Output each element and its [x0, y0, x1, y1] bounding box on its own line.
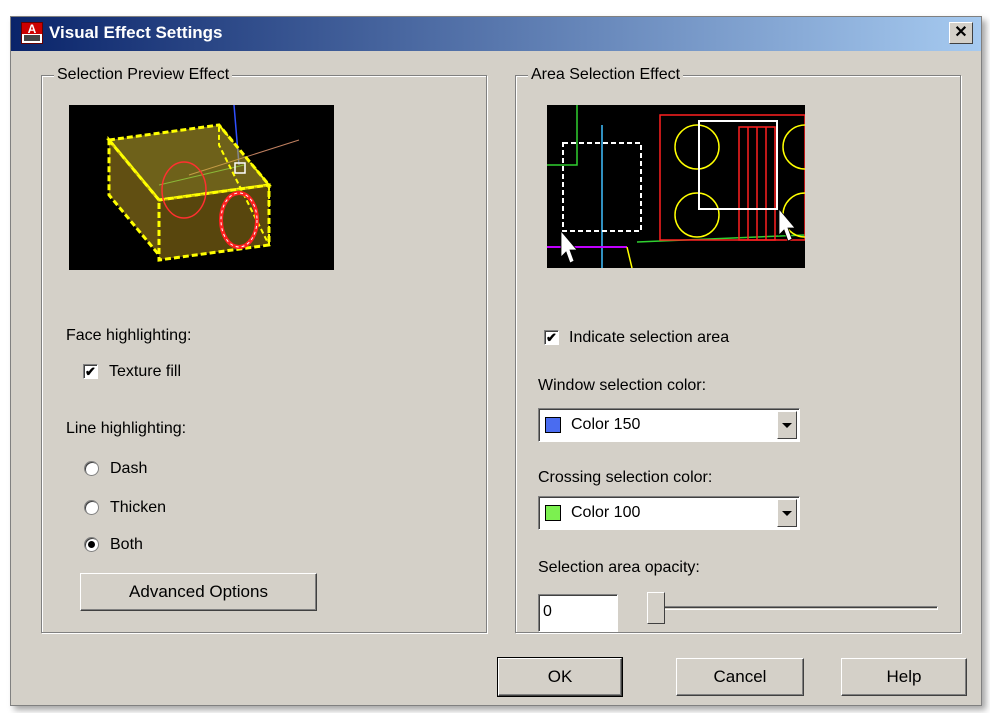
area-selection-group-label: Area Selection Effect	[528, 65, 684, 85]
crossing-color-swatch	[545, 505, 561, 521]
selection-preview-image	[69, 105, 334, 270]
texture-fill-checkbox[interactable]: ✔	[83, 364, 98, 379]
dash-radio[interactable]	[84, 461, 99, 476]
app-icon-base	[24, 35, 40, 41]
crossing-selection-color-dropdown[interactable]: Color 100	[538, 496, 800, 530]
advanced-options-button[interactable]: Advanced Options	[80, 573, 317, 611]
thicken-radio-label: Thicken	[110, 499, 167, 516]
ok-button[interactable]: OK	[497, 657, 623, 697]
close-button[interactable]: ✕	[949, 22, 973, 44]
title-bar[interactable]: A Visual Effect Settings ✕	[11, 17, 981, 51]
autocad-app-icon: A	[21, 22, 43, 44]
texture-fill-label: Texture fill	[109, 363, 182, 380]
window-selection-color-label: Window selection color:	[538, 377, 707, 394]
indicate-selection-area-checkbox[interactable]: ✔	[544, 330, 559, 345]
selection-preview-effect-group: Selection Preview Effect Face highlighti…	[41, 65, 487, 633]
window-color-dropdown-arrow[interactable]	[777, 411, 797, 439]
selection-preview-group-label: Selection Preview Effect	[54, 65, 233, 85]
crossing-color-value: Color 100	[571, 504, 641, 521]
radio-selected-dot	[88, 541, 95, 548]
face-highlighting-label: Face highlighting:	[66, 327, 192, 344]
line-highlighting-label: Line highlighting:	[66, 420, 187, 437]
window-color-swatch	[545, 417, 561, 433]
crossing-color-dropdown-arrow[interactable]	[777, 499, 797, 527]
area-selection-effect-group: Area Selection Effect ✔ Indicate selecti…	[515, 65, 961, 633]
area-selection-preview-image	[547, 105, 805, 268]
opacity-slider-thumb[interactable]	[647, 592, 665, 624]
window-selection-color-dropdown[interactable]: Color 150	[538, 408, 800, 442]
chevron-down-icon	[782, 511, 792, 516]
close-icon: ✕	[954, 24, 968, 41]
app-icon-letter: A	[22, 23, 42, 35]
check-icon: ✔	[85, 364, 96, 379]
selection-area-opacity-label: Selection area opacity:	[538, 559, 700, 576]
thicken-radio[interactable]	[84, 500, 99, 515]
opacity-value-input[interactable]: 0	[538, 594, 618, 632]
indicate-selection-area-label: Indicate selection area	[569, 329, 730, 346]
both-radio-label: Both	[110, 536, 143, 553]
chevron-down-icon	[782, 423, 792, 428]
cancel-button[interactable]: Cancel	[676, 658, 804, 696]
dash-radio-label: Dash	[110, 460, 148, 477]
crossing-selection-color-label: Crossing selection color:	[538, 469, 713, 486]
help-button[interactable]: Help	[841, 658, 967, 696]
check-icon: ✔	[546, 330, 557, 345]
both-radio[interactable]	[84, 537, 99, 552]
window-color-value: Color 150	[571, 416, 641, 433]
visual-effect-settings-dialog: A Visual Effect Settings ✕ Selection Pre…	[10, 16, 982, 706]
window-title: Visual Effect Settings	[49, 23, 223, 42]
opacity-slider-track[interactable]	[648, 606, 938, 610]
